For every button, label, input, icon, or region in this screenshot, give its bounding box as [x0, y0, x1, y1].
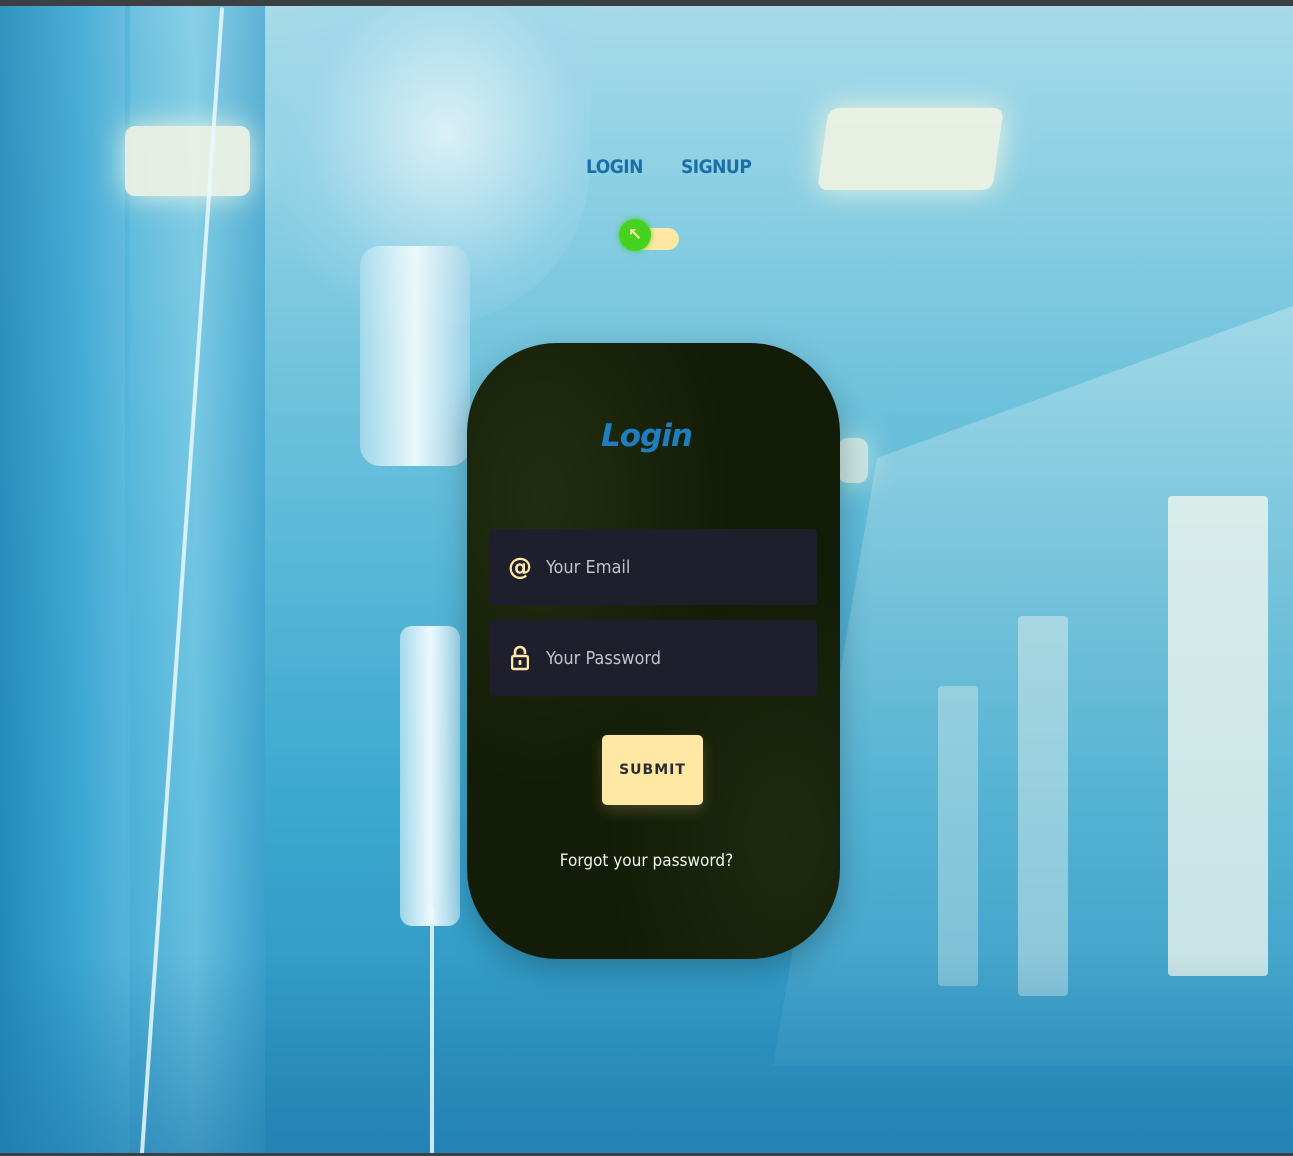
background-door: [1168, 496, 1268, 976]
forgot-password-link[interactable]: Forgot your password?: [0, 851, 1293, 871]
ceiling-light: [125, 126, 250, 196]
background-door: [938, 686, 978, 986]
at-icon-glyph: @: [508, 553, 532, 581]
nav-signup-link[interactable]: SIGNUP: [681, 156, 752, 178]
email-input[interactable]: [544, 555, 798, 579]
submit-button[interactable]: SUBMIT: [602, 735, 703, 805]
card-title: Login: [601, 418, 693, 454]
nav-login-link[interactable]: LOGIN: [586, 156, 643, 178]
login-signup-toggle[interactable]: ↖: [619, 219, 679, 253]
background-floor: [0, 953, 1293, 1153]
lock-icon-svg: [511, 645, 529, 671]
arrow-up-left-icon: ↖: [627, 224, 643, 245]
iv-drip-chamber-image: [400, 626, 460, 926]
toggle-knob: ↖: [619, 219, 651, 251]
password-field[interactable]: [489, 620, 817, 696]
auth-nav: LOGIN SIGNUP: [586, 156, 752, 178]
iv-tube-image: [430, 906, 434, 1153]
password-input[interactable]: [544, 646, 798, 670]
ceiling-light: [817, 108, 1004, 190]
background-door: [1018, 616, 1068, 996]
at-icon: @: [508, 553, 532, 581]
login-page: LOGIN SIGNUP ↖ Login @ SUBMIT Forgot you…: [0, 0, 1293, 1156]
lock-icon: [509, 644, 531, 672]
email-field[interactable]: @: [489, 529, 817, 605]
